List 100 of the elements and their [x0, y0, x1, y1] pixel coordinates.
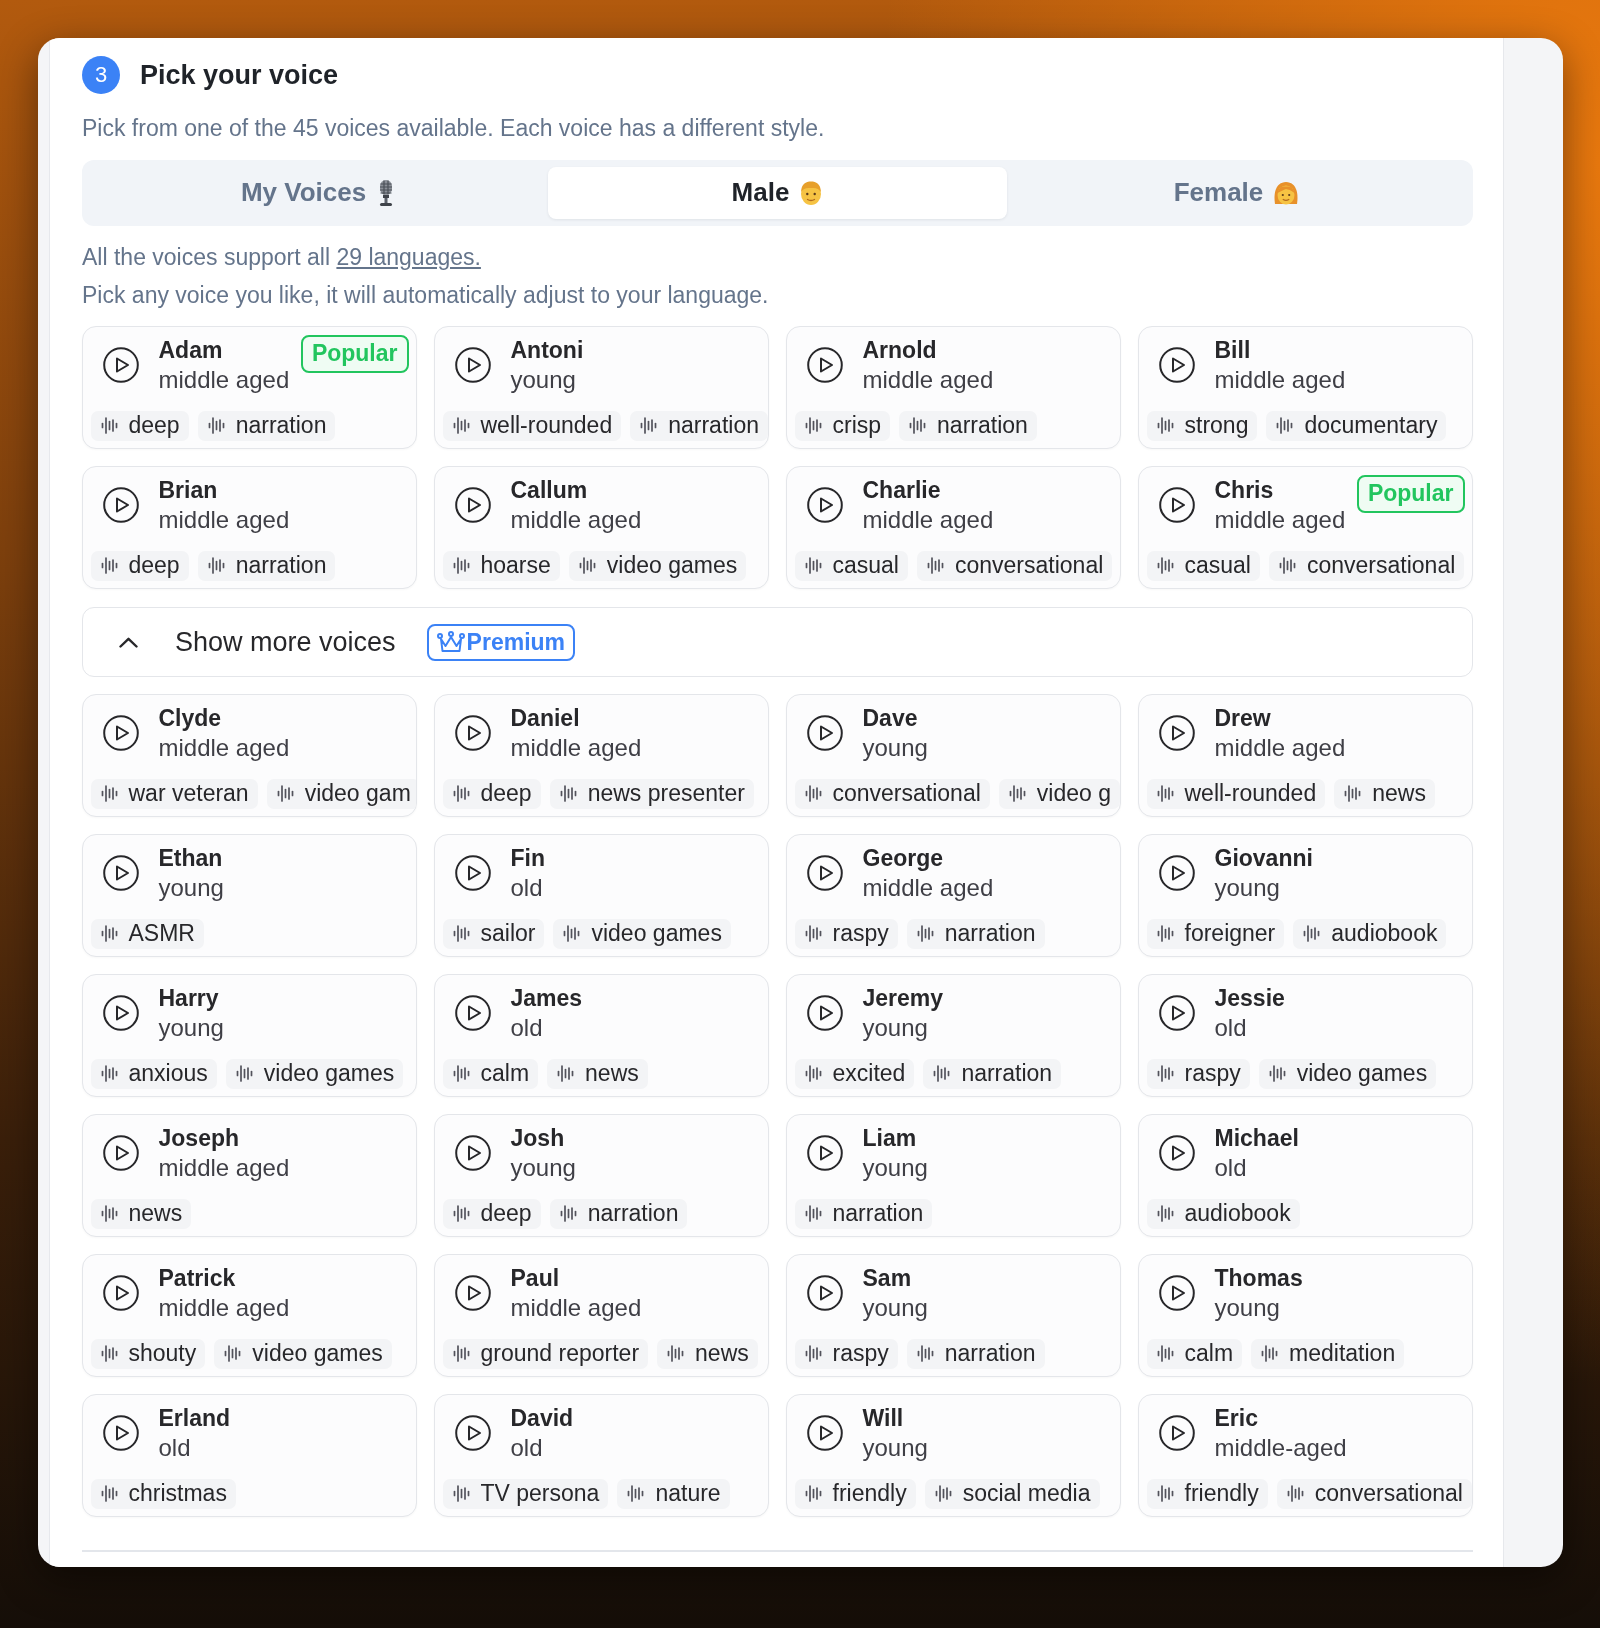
- voice-card[interactable]: Jeremy young excited narration: [786, 974, 1121, 1097]
- voice-card[interactable]: Michael old audiobook: [1138, 1114, 1473, 1237]
- waveform-icon: [933, 1065, 951, 1082]
- waveform-icon: [1279, 557, 1296, 574]
- voice-card[interactable]: Will young friendly social media: [786, 1394, 1121, 1517]
- voice-age: middle aged: [510, 504, 642, 535]
- voice-tab[interactable]: My Voices: [89, 166, 548, 219]
- voice-card[interactable]: Daniel middle aged deep news presenter: [434, 694, 769, 817]
- voice-card[interactable]: Brian middle aged deep narration: [82, 466, 417, 589]
- voice-age: old: [158, 1432, 192, 1463]
- waveform-icon: [100, 925, 118, 942]
- play-icon[interactable]: [102, 346, 139, 383]
- voice-card[interactable]: Callum middle aged hoarse video games: [434, 466, 769, 589]
- voice-age: middle aged: [510, 1292, 642, 1323]
- voice-card[interactable]: Jessie old raspy video games: [1138, 974, 1473, 1097]
- play-icon[interactable]: [102, 714, 139, 751]
- play-icon[interactable]: [454, 854, 491, 891]
- play-icon[interactable]: [454, 1134, 491, 1171]
- voice-card[interactable]: Drew middle aged well-rounded news: [1138, 694, 1473, 817]
- play-icon[interactable]: [454, 1414, 491, 1451]
- voice-card[interactable]: Clyde middle aged war veteran video gam: [82, 694, 417, 817]
- play-icon[interactable]: [102, 854, 139, 891]
- voice-name: Giovanni: [1214, 843, 1313, 873]
- play-icon[interactable]: [806, 994, 843, 1031]
- play-icon[interactable]: [806, 854, 843, 891]
- waveform-icon: [1156, 925, 1174, 942]
- tag-text: casual: [832, 552, 899, 579]
- play-icon[interactable]: [1158, 1274, 1195, 1311]
- play-icon[interactable]: [102, 486, 139, 523]
- tag-text: calm: [480, 1060, 530, 1087]
- play-icon[interactable]: [454, 714, 491, 751]
- voice-card[interactable]: Thomas young calm meditation: [1138, 1254, 1473, 1377]
- voice-card[interactable]: Charlie middle aged casual conversational: [786, 466, 1121, 589]
- tag-text: narration: [832, 1200, 924, 1227]
- voice-card[interactable]: Fin old sailor video games: [434, 834, 769, 957]
- voice-card[interactable]: Josh young deep narration: [434, 1114, 769, 1237]
- voice-card[interactable]: Paul middle aged ground reporter news: [434, 1254, 769, 1377]
- voice-card[interactable]: Arnold middle aged crisp narration: [786, 326, 1121, 449]
- play-icon[interactable]: [102, 1274, 139, 1311]
- waveform-icon: [804, 557, 822, 574]
- voice-tab[interactable]: Female: [1007, 166, 1466, 219]
- play-icon[interactable]: [1158, 994, 1195, 1031]
- play-icon[interactable]: [806, 714, 843, 751]
- voice-age: young: [862, 1012, 929, 1043]
- voice-card[interactable]: Harry young anxious video games: [82, 974, 417, 1097]
- play-icon[interactable]: [806, 346, 843, 383]
- waveform-icon: [804, 785, 822, 802]
- voice-name: Adam: [158, 335, 224, 365]
- play-icon[interactable]: [102, 994, 139, 1031]
- voice-age: young: [862, 1152, 928, 1183]
- voice-age: middle aged: [510, 732, 642, 763]
- play-icon[interactable]: [1158, 1414, 1195, 1451]
- play-icon[interactable]: [806, 486, 843, 523]
- voice-card[interactable]: Bill middle aged strong documentary: [1138, 326, 1473, 449]
- voice-card[interactable]: Chris middle aged Popular casual conversational: [1138, 466, 1473, 589]
- tag-text: calm: [1184, 1340, 1234, 1367]
- voice-age: old: [1214, 1012, 1248, 1043]
- play-icon[interactable]: [806, 1274, 843, 1311]
- voice-card[interactable]: Patrick middle aged shouty video games: [82, 1254, 417, 1377]
- waveform-icon: [452, 557, 470, 574]
- waveform-icon: [207, 557, 225, 574]
- play-icon[interactable]: [454, 486, 491, 523]
- voice-age: middle aged: [158, 504, 290, 535]
- voice-card[interactable]: David old TV persona nature: [434, 1394, 769, 1517]
- voice-name: Chris: [1214, 475, 1275, 505]
- voice-card[interactable]: Giovanni young foreigner audiobook: [1138, 834, 1473, 957]
- play-icon[interactable]: [102, 1134, 139, 1171]
- voice-tab[interactable]: Male: [548, 166, 1007, 219]
- play-icon[interactable]: [454, 346, 491, 383]
- waveform-icon: [235, 1065, 253, 1082]
- play-icon[interactable]: [1158, 1134, 1195, 1171]
- play-icon[interactable]: [454, 994, 491, 1031]
- languages-link[interactable]: 29 languages.: [336, 244, 481, 270]
- voice-card[interactable]: Ethan young ASMR: [82, 834, 417, 957]
- section-subtitle: Pick from one of the 45 voices available. Each voice has a different style.: [82, 114, 826, 142]
- tag-text: video games: [606, 552, 738, 579]
- play-icon[interactable]: [806, 1414, 843, 1451]
- play-icon[interactable]: [1158, 714, 1195, 751]
- play-icon[interactable]: [806, 1134, 843, 1171]
- voice-card[interactable]: Joseph middle aged news: [82, 1114, 417, 1237]
- voice-card[interactable]: Dave young conversational video g: [786, 694, 1121, 817]
- voice-card[interactable]: James old calm news: [434, 974, 769, 1097]
- play-icon[interactable]: [454, 1274, 491, 1311]
- voice-age: young: [862, 1292, 928, 1323]
- voice-card[interactable]: Eric middle-aged friendly conversational: [1138, 1394, 1473, 1517]
- voice-card[interactable]: Sam young raspy narration: [786, 1254, 1121, 1377]
- play-icon[interactable]: [1158, 346, 1195, 383]
- tag-text: narration: [668, 412, 759, 439]
- voice-card[interactable]: Liam young narration: [786, 1114, 1121, 1237]
- voice-card[interactable]: Antoni young well-rounded narration: [434, 326, 769, 449]
- show-more-button[interactable]: Show more voices Premium: [82, 607, 1473, 677]
- tag-text: narration: [944, 920, 1036, 947]
- play-icon[interactable]: [1158, 486, 1195, 523]
- step-number: 3: [82, 56, 120, 94]
- play-icon[interactable]: [1158, 854, 1195, 891]
- voice-card[interactable]: Adam middle aged Popular deep narration: [82, 326, 417, 449]
- waveform-icon: [1268, 1065, 1286, 1082]
- voice-card[interactable]: Erland old christmas: [82, 1394, 417, 1517]
- play-icon[interactable]: [102, 1414, 139, 1451]
- voice-card[interactable]: George middle aged raspy narration: [786, 834, 1121, 957]
